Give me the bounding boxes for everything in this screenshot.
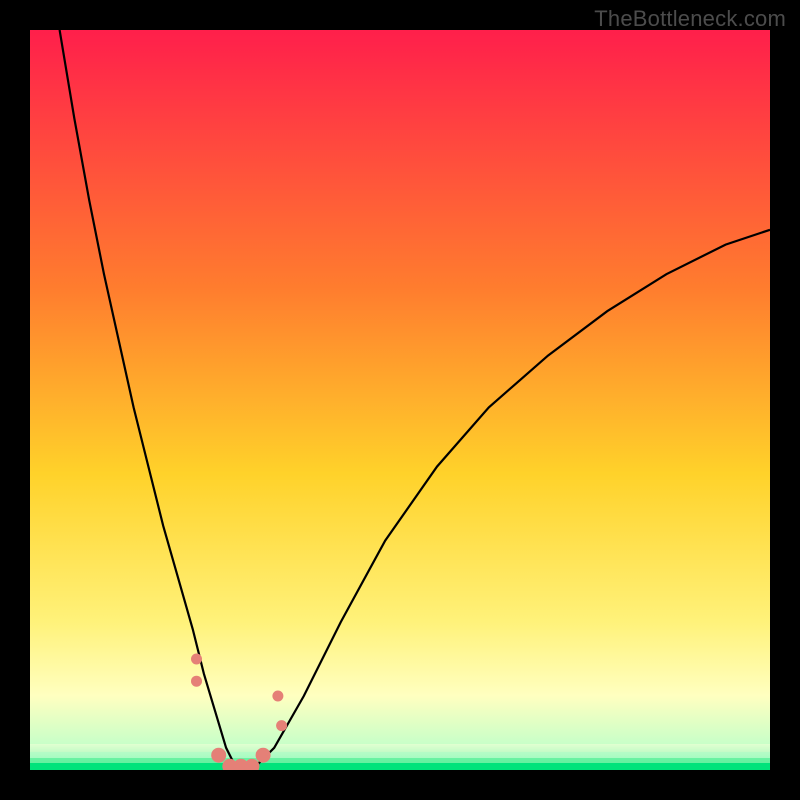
plot-area [30, 30, 770, 770]
bottleneck-chart [30, 30, 770, 770]
marker-point [191, 654, 202, 665]
chart-frame: TheBottleneck.com [0, 0, 800, 800]
marker-point [211, 748, 226, 763]
marker-point [276, 720, 287, 731]
gradient-background [30, 30, 770, 770]
green-band [30, 744, 770, 770]
marker-point [256, 748, 271, 763]
marker-point [191, 676, 202, 687]
marker-point [272, 691, 283, 702]
watermark-label: TheBottleneck.com [594, 6, 786, 32]
